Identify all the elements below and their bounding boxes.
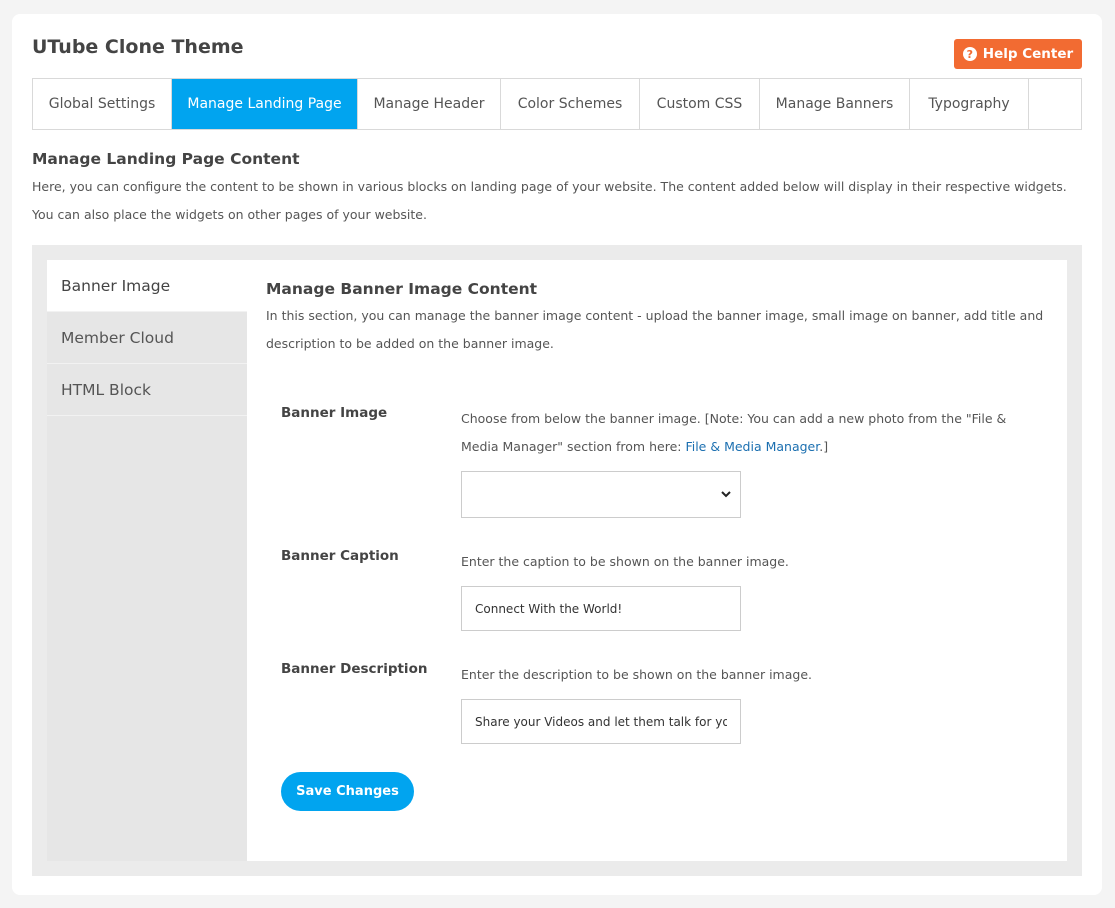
help-center-label: Help Center (982, 46, 1074, 62)
page-title: UTube Clone Theme (32, 36, 244, 58)
tab-manage-banners[interactable]: Manage Banners (760, 79, 910, 129)
section-title: Manage Landing Page Content (32, 150, 300, 168)
tab-manage-landing-page[interactable]: Manage Landing Page (172, 79, 358, 129)
side-item-banner-image[interactable]: Banner Image (47, 260, 247, 312)
section-description: Here, you can configure the content to b… (32, 179, 1067, 222)
banner-description-label: Banner Description (281, 661, 428, 677)
banner-description-input[interactable] (461, 699, 741, 744)
help-center-button[interactable]: ? Help Center (954, 39, 1082, 69)
tab-global-settings[interactable]: Global Settings (33, 79, 172, 129)
save-changes-button[interactable]: Save Changes (281, 772, 414, 811)
file-media-manager-link[interactable]: File & Media Manager (685, 439, 819, 454)
content-panel: Banner Image Member Cloud HTML Block Man… (32, 245, 1082, 876)
settings-tabs: Global Settings Manage Landing Page Mana… (32, 78, 1082, 130)
banner-image-select[interactable] (461, 471, 741, 518)
banner-caption-label: Banner Caption (281, 548, 399, 564)
chevron-down-icon (721, 491, 731, 498)
settings-card: UTube Clone Theme ? Help Center Global S… (12, 14, 1102, 895)
side-item-html-block[interactable]: HTML Block (47, 364, 247, 416)
question-circle-icon: ? (962, 47, 977, 61)
tab-empty (1029, 79, 1081, 129)
tab-manage-header[interactable]: Manage Header (358, 79, 501, 129)
banner-description-help: Enter the description to be shown on the… (461, 667, 812, 682)
banner-caption-help: Enter the caption to be shown on the ban… (461, 554, 789, 569)
tab-color-schemes[interactable]: Color Schemes (501, 79, 640, 129)
banner-caption-input[interactable] (461, 586, 741, 631)
side-item-member-cloud[interactable]: Member Cloud (47, 312, 247, 364)
tab-custom-css[interactable]: Custom CSS (640, 79, 760, 129)
banner-image-help-suffix: .] (819, 439, 829, 454)
tab-typography[interactable]: Typography (910, 79, 1029, 129)
content-title: Manage Banner Image Content (266, 280, 538, 298)
banner-image-help: Choose from below the banner image. [Not… (461, 405, 1031, 461)
content-description: In this section, you can manage the bann… (266, 308, 1044, 351)
banner-content: Manage Banner Image Content In this sect… (266, 260, 1056, 861)
inner-panel: Banner Image Member Cloud HTML Block Man… (47, 260, 1067, 861)
banner-image-label: Banner Image (281, 405, 388, 421)
side-nav: Banner Image Member Cloud HTML Block (47, 260, 247, 861)
